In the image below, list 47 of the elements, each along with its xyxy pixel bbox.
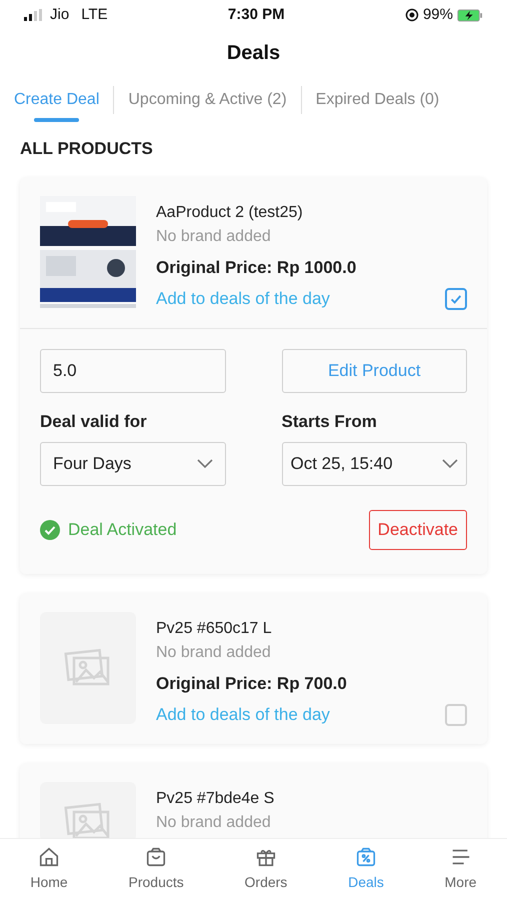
- original-price: Original Price: Rp 700.0: [156, 673, 348, 695]
- signal-icon: [24, 9, 42, 21]
- nav-tab[interactable]: More: [444, 846, 477, 893]
- deal-status: Deal Activated: [68, 519, 177, 542]
- clock-text: 7:30 PM: [228, 4, 285, 25]
- chevron-down-icon: [196, 459, 212, 469]
- duration-dropdown[interactable]: Four Days: [40, 442, 226, 486]
- check-circle-icon: [40, 520, 60, 540]
- orientation-lock-icon: [404, 8, 419, 22]
- brand-text: No brand added: [156, 812, 272, 832]
- product-name: Pv25 #7bde4e S: [156, 788, 276, 808]
- brand-text: No brand added: [156, 643, 272, 663]
- nav-tab[interactable]: Products: [128, 846, 184, 893]
- section-heading: ALL PRODUCTS: [20, 139, 153, 158]
- nav-tab[interactable]: Deals: [348, 846, 384, 893]
- home-icon: [38, 846, 60, 868]
- tab[interactable]: Upcoming & Active (2): [128, 76, 287, 124]
- original-price: Original Price: Rp 1000.0: [156, 257, 358, 279]
- carrier-text: Jio: [50, 4, 70, 25]
- start-date-dropdown[interactable]: Oct 25, 15:40: [282, 442, 467, 486]
- dropdown-value: Oct 25, 15:40: [290, 453, 393, 476]
- bag-icon: [145, 846, 168, 868]
- battery-text: 99%: [422, 4, 453, 25]
- brand-text: No brand added: [156, 227, 272, 247]
- tab[interactable]: Expired Deals (0): [316, 76, 440, 124]
- field-label: Starts From: [282, 410, 378, 432]
- field-label: Deal valid for: [40, 410, 148, 432]
- dropdown-value: Four Days: [53, 453, 132, 476]
- discount-bag-icon: [354, 846, 377, 868]
- battery-charging-icon: [456, 8, 483, 22]
- image-icon: [64, 648, 112, 688]
- tab[interactable]: Create Deal: [14, 76, 100, 124]
- checkbox[interactable]: [445, 704, 467, 726]
- page-title: Deals: [226, 41, 280, 66]
- chevron-down-icon: [442, 459, 458, 469]
- checkbox[interactable]: [445, 288, 467, 310]
- deactivate-button[interactable]: Deactivate: [368, 510, 467, 550]
- product-name: AaProduct 2 (test25): [156, 203, 304, 223]
- nav-tab[interactable]: Orders: [244, 846, 288, 893]
- image-icon: [64, 802, 112, 838]
- deal-price-field[interactable]: 5.0: [40, 348, 226, 392]
- add-to-deals-link[interactable]: Add to deals of the day: [156, 702, 330, 728]
- add-to-deals-link[interactable]: Add to deals of the day: [156, 286, 330, 312]
- product-name: Pv25 #650c17 L: [156, 619, 273, 639]
- network-text: LTE: [81, 4, 108, 25]
- nav-tab[interactable]: Home: [30, 846, 68, 893]
- edit-product-button[interactable]: Edit Product: [282, 348, 467, 392]
